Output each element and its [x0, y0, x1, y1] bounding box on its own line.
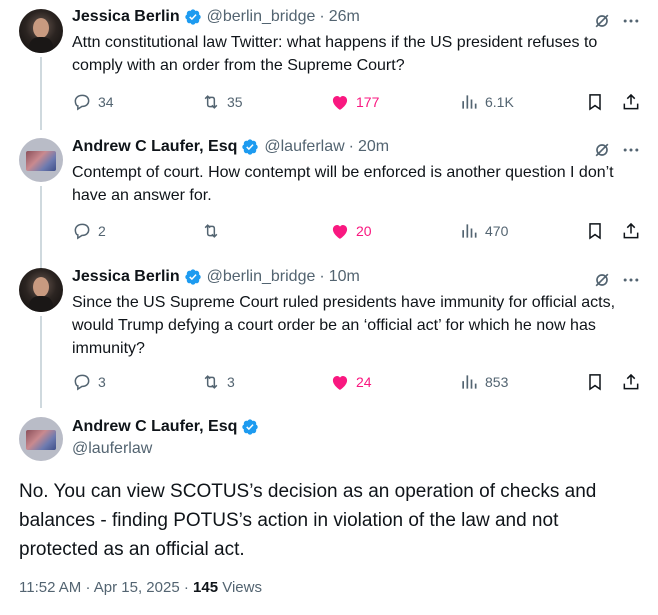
- bookmark-icon[interactable]: [585, 221, 605, 241]
- tweet-3[interactable]: Jessica Berlin @berlin_bridge · 10m Sinc…: [0, 260, 658, 408]
- reply-count: 3: [98, 374, 106, 390]
- reply-count: 2: [98, 223, 106, 239]
- author-handle[interactable]: @berlin_bridge: [207, 268, 316, 286]
- author-handle[interactable]: @lauferlaw: [264, 138, 344, 156]
- like-button[interactable]: 177: [330, 91, 379, 113]
- views-icon: [462, 95, 477, 109]
- tweet-text: Contempt of court. How contempt will be …: [72, 164, 614, 204]
- verified-badge-icon: [242, 139, 259, 155]
- separator-dot: ·: [85, 579, 91, 596]
- retweet-count: 35: [227, 94, 243, 110]
- retweet-icon: [204, 375, 218, 389]
- thread-line: [40, 57, 42, 130]
- reply-icon: [74, 94, 90, 111]
- post-date[interactable]: Apr 15, 2025: [94, 579, 180, 596]
- avatar[interactable]: [19, 9, 63, 53]
- tweet-header: Andrew C Laufer, Esq @lauferlaw · 20m: [72, 138, 389, 156]
- tweet-2[interactable]: Andrew C Laufer, Esq @lauferlaw · 20m Co…: [0, 130, 658, 270]
- heart-filled-icon: [332, 376, 348, 390]
- reply-icon: [74, 374, 90, 391]
- share-icon[interactable]: [621, 92, 641, 112]
- avatar[interactable]: [19, 268, 63, 312]
- like-button[interactable]: 24: [330, 371, 372, 393]
- main-author-handle[interactable]: @lauferlaw: [72, 440, 264, 458]
- grok-icon[interactable]: [592, 11, 612, 31]
- thread-line: [40, 316, 42, 408]
- timestamp[interactable]: 20m: [358, 138, 389, 156]
- separator-dot: ·: [348, 138, 354, 155]
- views-count: 145: [193, 579, 219, 596]
- verified-badge-icon: [242, 419, 259, 435]
- action-bar: 3 3 24 853: [72, 371, 642, 393]
- tweet-meta: 11:52 AM · Apr 15, 2025 · 145 Views: [19, 579, 262, 596]
- views-count: 6.1K: [485, 94, 514, 110]
- retweet-button[interactable]: 35: [201, 91, 243, 113]
- action-bar: 34 35 177 6.1K: [72, 91, 642, 113]
- timestamp[interactable]: 10m: [329, 268, 360, 286]
- timestamp[interactable]: 26m: [329, 8, 360, 26]
- views-button[interactable]: 6.1K: [459, 91, 514, 113]
- views-button[interactable]: 470: [459, 220, 508, 242]
- retweet-icon: [204, 95, 218, 109]
- grok-icon[interactable]: [592, 270, 612, 290]
- views-icon: [462, 224, 477, 238]
- like-count: 177: [356, 94, 380, 110]
- main-tweet-header: Andrew C Laufer, Esq @lauferlaw: [72, 418, 264, 458]
- heart-filled-icon: [332, 96, 348, 110]
- tweet-text: Attn constitutional law Twitter: what ha…: [72, 34, 598, 74]
- reply-button[interactable]: 3: [72, 371, 106, 393]
- reply-button[interactable]: 34: [72, 91, 114, 113]
- heart-filled-icon: [332, 225, 348, 239]
- more-options-icon[interactable]: [621, 11, 641, 31]
- author-name[interactable]: Jessica Berlin: [72, 268, 180, 286]
- separator-dot: ·: [183, 579, 189, 596]
- retweet-button[interactable]: 3: [201, 371, 235, 393]
- views-button[interactable]: 853: [459, 371, 508, 393]
- bookmark-icon[interactable]: [585, 92, 605, 112]
- retweet-button[interactable]: [201, 220, 227, 242]
- like-count: 20: [356, 223, 372, 239]
- more-options-icon[interactable]: [621, 140, 641, 160]
- retweet-icon: [204, 224, 218, 238]
- verified-badge-icon: [184, 9, 201, 25]
- views-count: 853: [485, 374, 509, 390]
- avatar[interactable]: [19, 138, 63, 182]
- views-label: Views: [222, 579, 262, 596]
- share-icon[interactable]: [621, 372, 641, 392]
- tweet-text: Since the US Supreme Court ruled preside…: [72, 294, 616, 357]
- main-tweet-text: No. You can view SCOTUS’s decision as an…: [19, 481, 597, 560]
- tweet-header: Jessica Berlin @berlin_bridge · 26m: [72, 8, 360, 26]
- author-handle[interactable]: @berlin_bridge: [207, 8, 316, 26]
- like-button[interactable]: 20: [330, 220, 372, 242]
- main-author-name[interactable]: Andrew C Laufer, Esq: [72, 418, 237, 436]
- separator-dot: ·: [319, 8, 325, 25]
- author-name[interactable]: Jessica Berlin: [72, 8, 180, 26]
- tweet-header: Jessica Berlin @berlin_bridge · 10m: [72, 268, 360, 286]
- more-options-icon[interactable]: [621, 270, 641, 290]
- reply-icon: [74, 223, 90, 240]
- grok-icon[interactable]: [592, 140, 612, 160]
- tweet-1[interactable]: Jessica Berlin @berlin_bridge · 26m Attn…: [0, 0, 658, 130]
- share-icon[interactable]: [621, 221, 641, 241]
- views-icon: [462, 375, 477, 389]
- separator-dot: ·: [319, 268, 325, 285]
- views-count: 470: [485, 223, 509, 239]
- verified-badge-icon: [184, 269, 201, 285]
- retweet-count: 3: [227, 374, 235, 390]
- thread-line: [40, 186, 42, 270]
- bookmark-icon[interactable]: [585, 372, 605, 392]
- author-name[interactable]: Andrew C Laufer, Esq: [72, 138, 237, 156]
- main-avatar[interactable]: [19, 417, 63, 461]
- reply-button[interactable]: 2: [72, 220, 106, 242]
- like-count: 24: [356, 374, 372, 390]
- reply-count: 34: [98, 94, 114, 110]
- post-time[interactable]: 11:52 AM: [19, 579, 81, 596]
- action-bar: 2 20 470: [72, 220, 642, 242]
